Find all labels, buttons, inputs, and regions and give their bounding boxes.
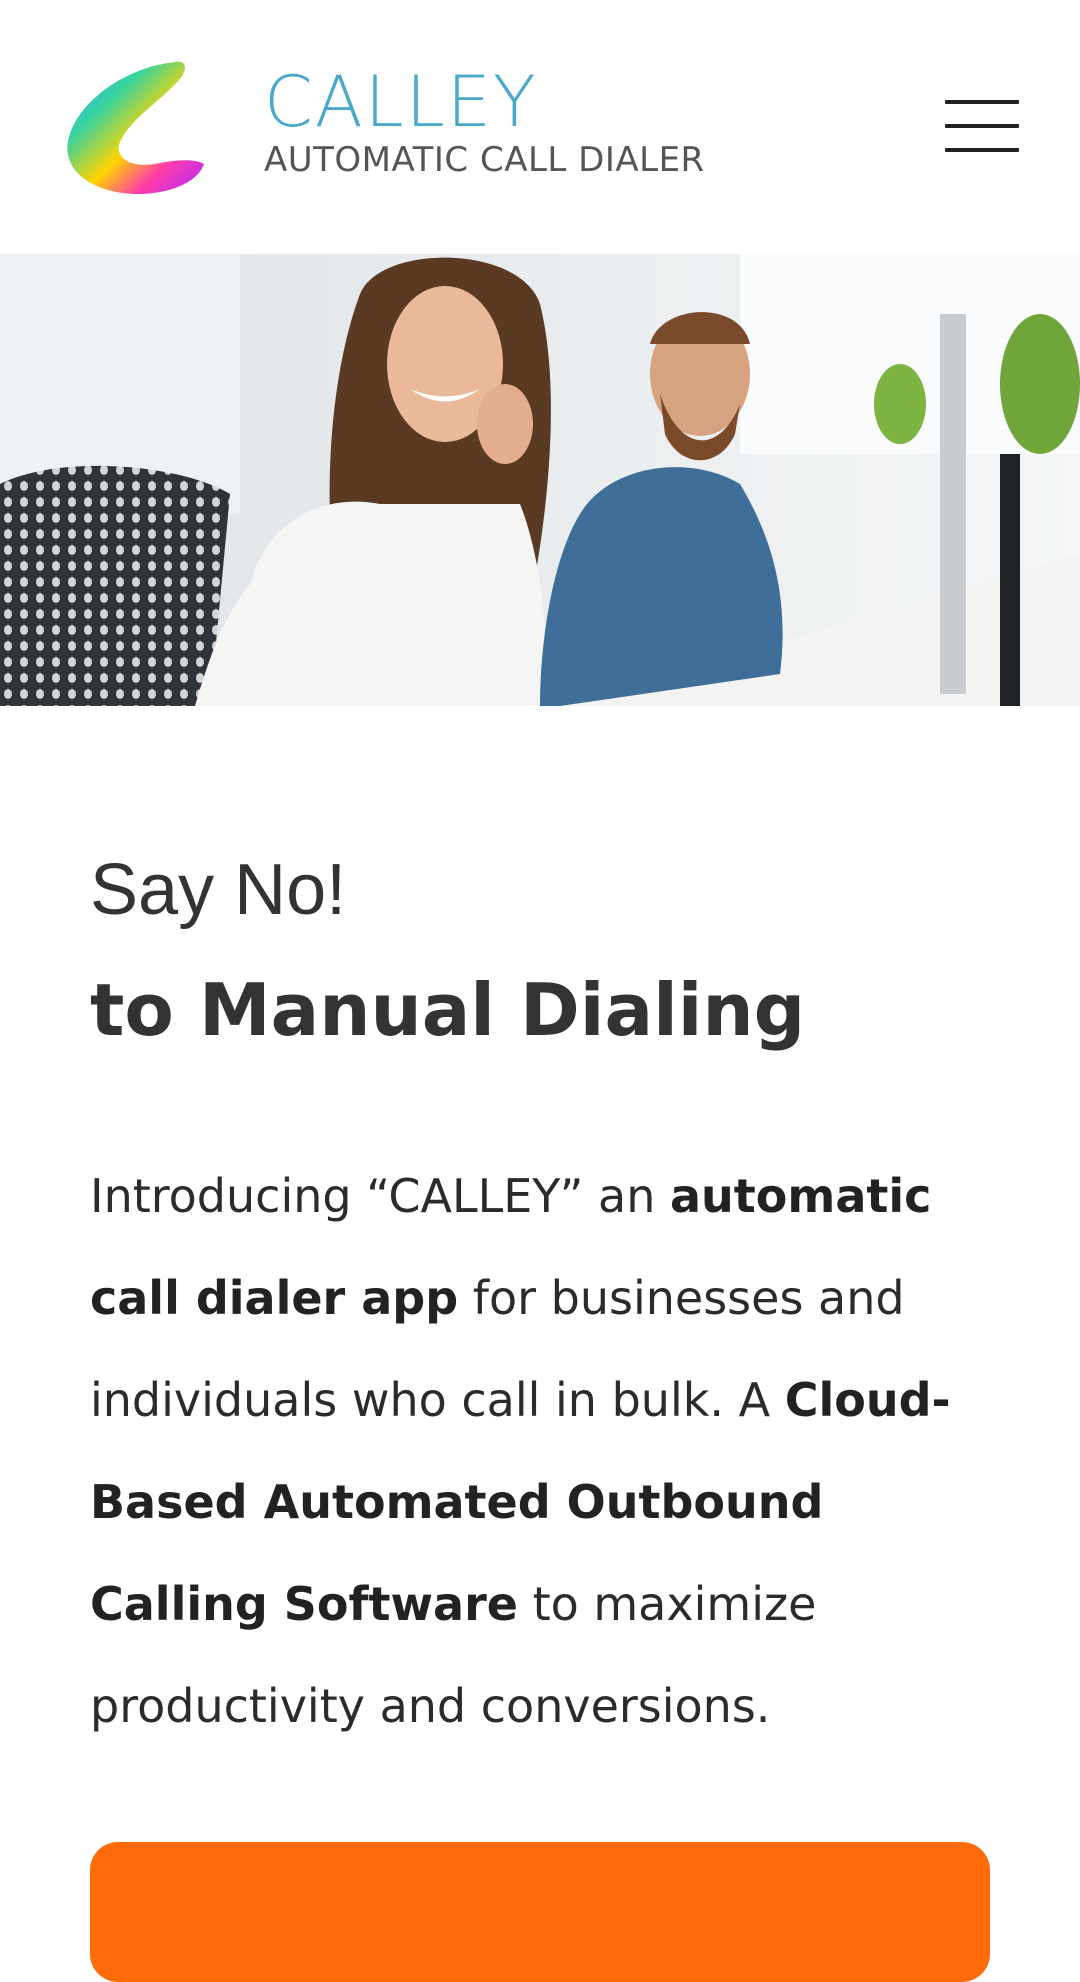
hero-content: Say No! to Manual Dialing Introducing “C… bbox=[90, 835, 990, 1803]
headline-prefix: to bbox=[90, 968, 199, 1052]
brand[interactable]: CALLEY AUTOMATIC CALL DIALER bbox=[264, 64, 705, 180]
headline-bold: Manual Dialing bbox=[198, 968, 806, 1052]
brand-tagline: AUTOMATIC CALL DIALER bbox=[264, 140, 705, 180]
intro-text-1: Introducing “CALLEY” an bbox=[90, 1169, 671, 1223]
calley-logo-icon[interactable] bbox=[58, 56, 208, 200]
cta-button[interactable] bbox=[90, 1842, 990, 1982]
headline-say-no: Say No! bbox=[90, 850, 347, 930]
intro-paragraph: Introducing “CALLEY” an automatic call d… bbox=[90, 1145, 990, 1757]
hamburger-menu-icon[interactable] bbox=[945, 100, 1019, 156]
site-header: CALLEY AUTOMATIC CALL DIALER bbox=[0, 0, 1080, 254]
hero-image bbox=[0, 254, 1080, 706]
brand-name: CALLEY bbox=[264, 61, 538, 143]
headline-manual-dialing: to Manual Dialing bbox=[90, 945, 990, 1075]
